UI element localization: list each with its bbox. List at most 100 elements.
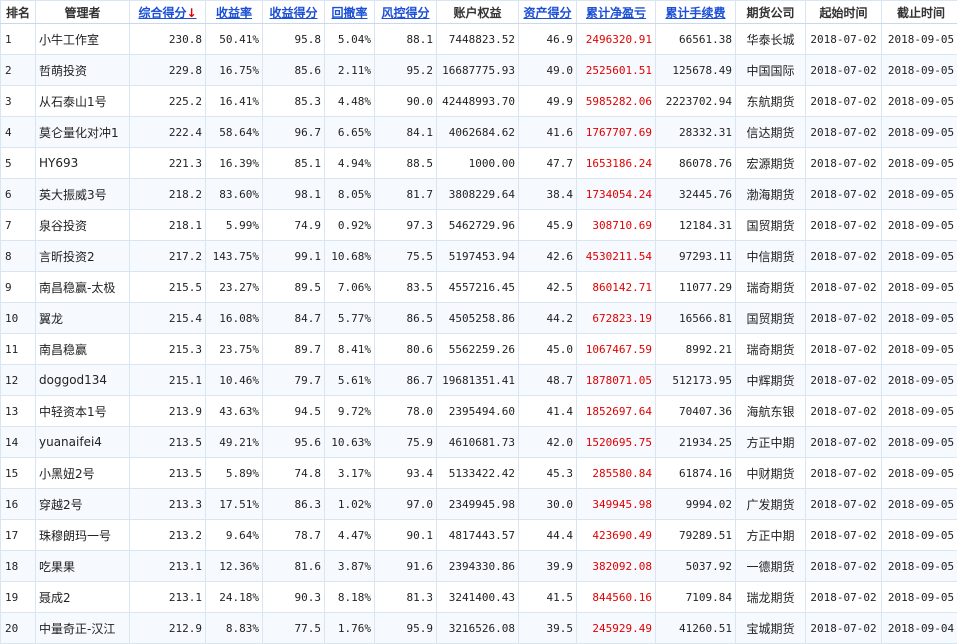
cell-manager: 小黑妞2号 [36,458,130,489]
cell-broker: 方正中期 [736,427,806,458]
cell-fees: 16566.81 [656,303,736,334]
cell-end-date: 2018-09-05 [882,241,957,272]
table-row: 6英大振威3号218.283.60%98.18.05%81.73808229.6… [1,179,957,210]
cell-fees: 41260.51 [656,613,736,644]
table-row: 8言昕投资2217.2143.75%99.110.68%75.55197453.… [1,241,957,272]
header-return-rate-label: 收益率 [216,6,252,20]
header-net-profit[interactable]: 累计净盈亏 [577,1,656,24]
cell-equity: 7448823.52 [437,24,519,55]
table-row: 14yuanaifei4213.549.21%95.610.63%75.9461… [1,427,957,458]
cell-net-profit: 5985282.06 [577,86,656,117]
cell-return-rate: 10.46% [206,365,263,396]
cell-drawdown: 2.11% [325,55,375,86]
cell-equity: 3241400.43 [437,582,519,613]
header-rank-label: 排名 [6,6,30,20]
cell-start-date: 2018-07-02 [806,334,882,365]
header-equity-label: 账户权益 [453,6,501,20]
cell-fees: 9994.02 [656,489,736,520]
cell-asset-score: 45.9 [519,210,577,241]
cell-start-date: 2018-07-02 [806,613,882,644]
cell-rank: 14 [1,427,36,458]
cell-start-date: 2018-07-02 [806,520,882,551]
cell-manager: 英大振威3号 [36,179,130,210]
header-total-score[interactable]: 综合得分↓ [130,1,206,24]
cell-rank: 16 [1,489,36,520]
cell-rank: 1 [1,24,36,55]
header-end-date-label: 截止时间 [897,6,945,20]
cell-rank: 13 [1,396,36,427]
cell-fees: 5037.92 [656,551,736,582]
cell-return-score: 81.6 [263,551,325,582]
cell-end-date: 2018-09-05 [882,303,957,334]
cell-equity: 5562259.26 [437,334,519,365]
cell-asset-score: 44.4 [519,520,577,551]
cell-return-score: 94.5 [263,396,325,427]
table-row: 12doggod134215.110.46%79.75.61%86.719681… [1,365,957,396]
cell-drawdown: 5.04% [325,24,375,55]
header-fees[interactable]: 累计手续费 [656,1,736,24]
cell-return-score: 78.7 [263,520,325,551]
cell-rank: 4 [1,117,36,148]
header-broker: 期货公司 [736,1,806,24]
cell-end-date: 2018-09-05 [882,396,957,427]
cell-total-score: 213.5 [130,427,206,458]
header-start-date-label: 起始时间 [819,6,867,20]
header-return-score-label: 收益得分 [269,6,317,20]
cell-total-score: 215.4 [130,303,206,334]
header-return-rate[interactable]: 收益率 [206,1,263,24]
cell-risk-score: 90.0 [375,86,437,117]
cell-broker: 华泰长城 [736,24,806,55]
cell-risk-score: 86.5 [375,303,437,334]
header-drawdown[interactable]: 回撤率 [325,1,375,24]
cell-drawdown: 10.63% [325,427,375,458]
header-start-date: 起始时间 [806,1,882,24]
cell-return-rate: 16.39% [206,148,263,179]
cell-equity: 4557216.45 [437,272,519,303]
table-row: 4莫仑量化对冲1222.458.64%96.76.65%84.14062684.… [1,117,957,148]
cell-net-profit: 1653186.24 [577,148,656,179]
cell-risk-score: 95.2 [375,55,437,86]
cell-total-score: 225.2 [130,86,206,117]
cell-asset-score: 42.6 [519,241,577,272]
header-manager: 管理者 [36,1,130,24]
cell-net-profit: 1734054.24 [577,179,656,210]
header-asset-score[interactable]: 资产得分 [519,1,577,24]
cell-drawdown: 0.92% [325,210,375,241]
table-row: 15小黑妞2号213.55.89%74.83.17%93.45133422.42… [1,458,957,489]
cell-start-date: 2018-07-02 [806,489,882,520]
cell-manager: doggod134 [36,365,130,396]
cell-rank: 15 [1,458,36,489]
cell-risk-score: 80.6 [375,334,437,365]
cell-fees: 97293.11 [656,241,736,272]
cell-equity: 4817443.57 [437,520,519,551]
cell-broker: 国贸期货 [736,303,806,334]
cell-return-score: 79.7 [263,365,325,396]
cell-rank: 12 [1,365,36,396]
cell-asset-score: 48.7 [519,365,577,396]
header-asset-score-label: 资产得分 [523,6,571,20]
cell-drawdown: 3.87% [325,551,375,582]
cell-net-profit: 382092.08 [577,551,656,582]
cell-fees: 21934.25 [656,427,736,458]
cell-equity: 4610681.73 [437,427,519,458]
cell-total-score: 229.8 [130,55,206,86]
cell-net-profit: 1520695.75 [577,427,656,458]
cell-drawdown: 1.76% [325,613,375,644]
cell-end-date: 2018-09-05 [882,334,957,365]
header-risk-score[interactable]: 风控得分 [375,1,437,24]
cell-start-date: 2018-07-02 [806,303,882,334]
cell-rank: 11 [1,334,36,365]
cell-end-date: 2018-09-05 [882,117,957,148]
cell-net-profit: 2525601.51 [577,55,656,86]
cell-rank: 19 [1,582,36,613]
cell-risk-score: 88.1 [375,24,437,55]
header-return-score[interactable]: 收益得分 [263,1,325,24]
cell-return-rate: 49.21% [206,427,263,458]
table-row: 17珠穆朗玛一号213.29.64%78.74.47%90.14817443.5… [1,520,957,551]
cell-total-score: 213.9 [130,396,206,427]
cell-drawdown: 9.72% [325,396,375,427]
cell-total-score: 217.2 [130,241,206,272]
cell-net-profit: 844560.16 [577,582,656,613]
cell-asset-score: 45.3 [519,458,577,489]
cell-risk-score: 90.1 [375,520,437,551]
